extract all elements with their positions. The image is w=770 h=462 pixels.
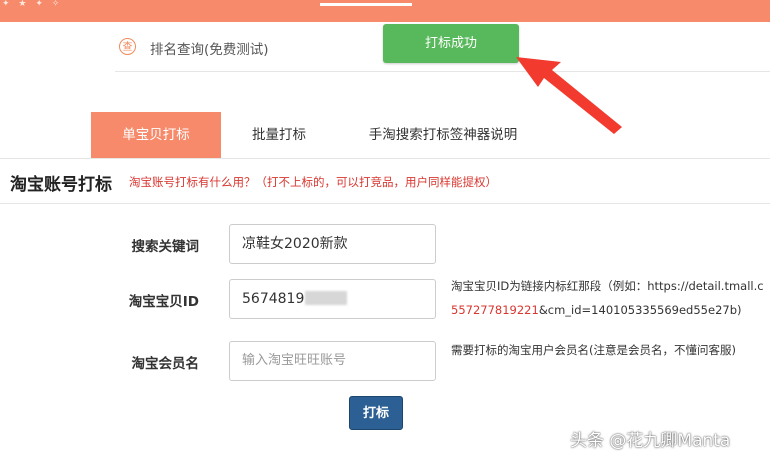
submit-tag-button[interactable]: 打标 bbox=[349, 396, 403, 430]
tab-instructions[interactable]: 手淘搜索打标签神器说明 bbox=[356, 112, 530, 158]
member-label: 淘宝会员名 bbox=[131, 356, 200, 372]
item-id-input[interactable]: 5674819 bbox=[229, 279, 436, 319]
keyword-input[interactable]: 凉鞋女2020新款 bbox=[229, 224, 436, 264]
item-id-help-line2: 557277819221&cm_id=140105335569ed55e27b) bbox=[451, 298, 764, 322]
redacted-digits bbox=[305, 291, 348, 305]
item-id-example-rest: &cm_id=140105335569ed55e27b) bbox=[538, 303, 742, 317]
item-id-value: 5674819 bbox=[242, 291, 305, 307]
section-header: 淘宝账号打标 淘宝账号打标有什么用？（打不上标的，可以打竞品，用户同样能提权） bbox=[0, 159, 770, 204]
tab-bar: 单宝贝打标 批量打标 手淘搜索打标签神器说明 bbox=[0, 112, 770, 159]
watermark: 头条 @花九卿Manta bbox=[570, 431, 731, 451]
tab-batch[interactable]: 批量打标 bbox=[236, 112, 322, 158]
item-id-help-line1: 淘宝宝贝ID为链接内标红那段（例如：https://detail.tmall.c bbox=[451, 279, 764, 293]
item-id-label: 淘宝宝贝ID bbox=[128, 294, 199, 310]
section-title: 淘宝账号打标 bbox=[10, 175, 112, 195]
tab-single-item[interactable]: 单宝贝打标 bbox=[91, 112, 221, 158]
item-id-example-red: 557277819221 bbox=[451, 303, 539, 317]
member-help: 需要打标的淘宝用户会员名(注意是会员名，不懂问客服) bbox=[451, 343, 736, 357]
item-id-help: 淘宝宝贝ID为链接内标红那段（例如：https://detail.tmall.c… bbox=[451, 274, 764, 322]
member-input[interactable]: 输入淘宝旺旺账号 bbox=[229, 341, 436, 381]
section-help-link[interactable]: 淘宝账号打标有什么用？（打不上标的，可以打竞品，用户同样能提权） bbox=[129, 174, 497, 190]
keyword-label: 搜索关键词 bbox=[131, 239, 200, 255]
